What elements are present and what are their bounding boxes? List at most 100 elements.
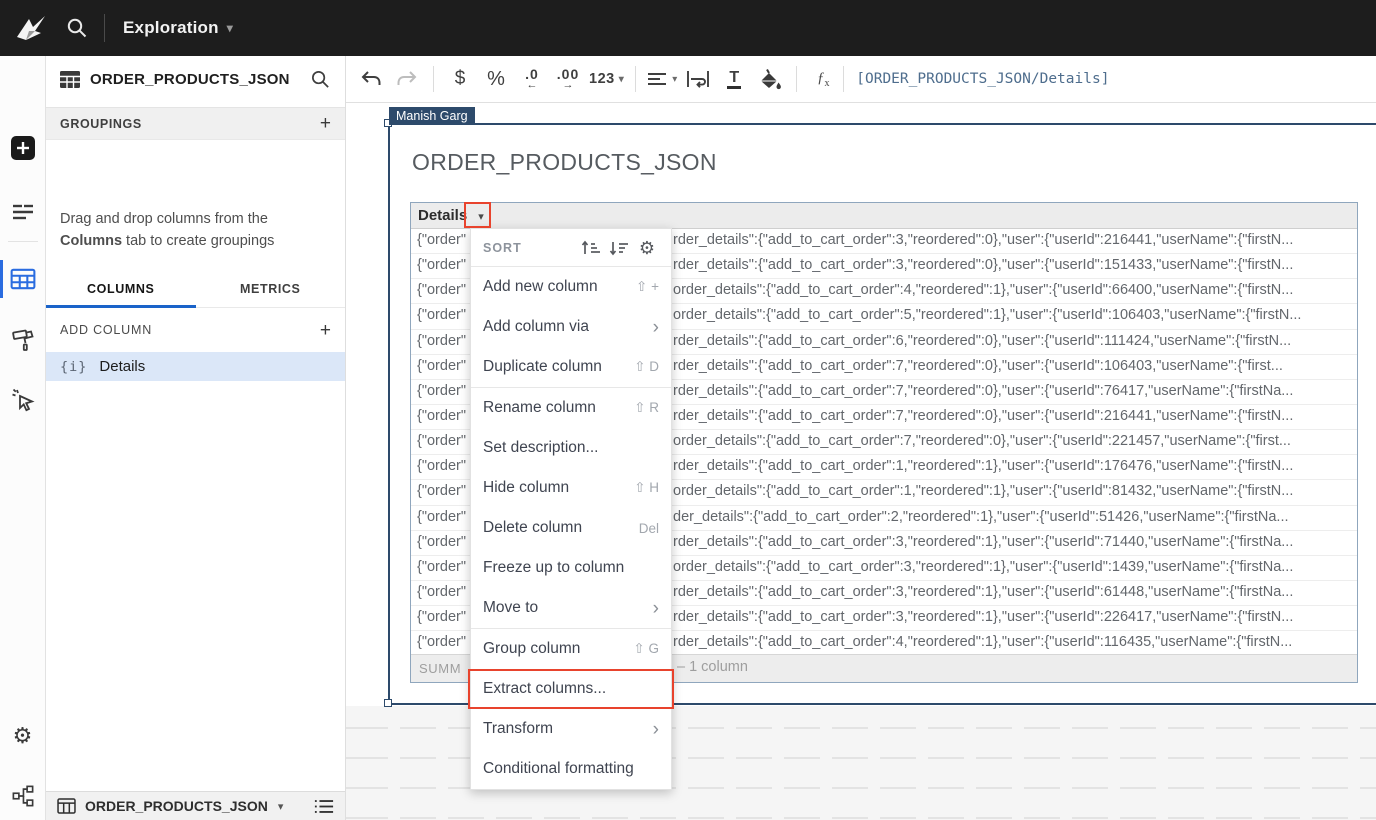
topbar-divider bbox=[104, 14, 105, 42]
cell-text-left: {"order" bbox=[417, 282, 473, 298]
column-list-item-details[interactable]: {i} Details bbox=[46, 352, 345, 381]
percent-format-button[interactable]: % bbox=[481, 63, 511, 95]
cell-text-left: {"order" bbox=[417, 408, 473, 424]
cell-text-left: {"order" bbox=[417, 584, 473, 600]
number-format-dropdown[interactable]: 123 ▾ bbox=[589, 63, 624, 95]
footer-list-icon[interactable] bbox=[314, 798, 334, 815]
table-tool-icon[interactable] bbox=[9, 265, 37, 293]
redo-button[interactable] bbox=[392, 63, 422, 95]
text-color-button[interactable]: T bbox=[719, 63, 749, 95]
topbar: Exploration ▾ bbox=[0, 0, 1376, 56]
column-header-details[interactable]: Details bbox=[418, 207, 467, 224]
selection-handle-bottom-left[interactable] bbox=[384, 699, 392, 707]
add-column-bar: ADD COLUMN + bbox=[46, 314, 345, 346]
menu-item-add-column-via[interactable]: Add column via› bbox=[471, 307, 671, 347]
fx-f: ƒ bbox=[817, 70, 825, 86]
app-logo-bird-icon[interactable] bbox=[14, 13, 48, 43]
cell-text-right: order_details":{"add_to_cart_order":4,"r… bbox=[673, 282, 1353, 298]
document-title: Exploration bbox=[123, 18, 219, 38]
summary-column-count: – 1 column bbox=[677, 659, 748, 675]
sort-settings-gear-icon[interactable]: ⚙ bbox=[635, 237, 659, 259]
decrease-decimal-button[interactable]: .0← bbox=[517, 63, 547, 95]
menu-label: Freeze up to column bbox=[483, 559, 659, 577]
menu-item-duplicate-column[interactable]: Duplicate column⇧ D bbox=[471, 347, 671, 387]
footer-caret-icon[interactable]: ▾ bbox=[278, 800, 284, 813]
menu-item-set-description[interactable]: Set description... bbox=[471, 428, 671, 468]
toolbar-divider bbox=[796, 66, 797, 92]
wrap-text-button[interactable] bbox=[683, 63, 713, 95]
currency-format-button[interactable]: $ bbox=[445, 63, 475, 95]
align-dropdown[interactable]: ▾ bbox=[647, 63, 677, 95]
cell-text-right: rder_details":{"add_to_cart_order":3,"re… bbox=[673, 584, 1353, 600]
menu-item-extract-columns[interactable]: Extract columns... bbox=[471, 669, 671, 709]
menu-shortcut: ⇧ G bbox=[633, 641, 659, 657]
cell-text-right: order_details":{"add_to_cart_order":3,"r… bbox=[673, 559, 1353, 575]
menu-label: Group column bbox=[483, 640, 633, 658]
panel-source-title: ORDER_PRODUCTS_JSON bbox=[90, 71, 310, 88]
footer-table-name[interactable]: ORDER_PRODUCTS_JSON bbox=[85, 798, 268, 814]
cell-text-left: {"order" bbox=[417, 333, 473, 349]
document-title-dropdown[interactable]: Exploration ▾ bbox=[123, 18, 233, 38]
json-type-icon: {i} bbox=[60, 359, 87, 375]
cell-text-right: rder_details":{"add_to_cart_order":1,"re… bbox=[673, 458, 1353, 474]
text-color-glyph: T bbox=[727, 69, 741, 90]
tab-columns[interactable]: COLUMNS bbox=[46, 273, 196, 307]
lineage-icon[interactable] bbox=[9, 782, 37, 810]
cell-text-right: rder_details":{"add_to_cart_order":3,"re… bbox=[673, 609, 1353, 625]
formula-bar-input[interactable]: [ORDER_PRODUCTS_JSON/Details] bbox=[856, 71, 1109, 87]
global-search-icon[interactable] bbox=[62, 13, 92, 43]
menu-item-move-to[interactable]: Move to› bbox=[471, 588, 671, 628]
chevron-down-icon: ▾ bbox=[672, 74, 677, 85]
column-context-menu: SORT ⚙ Add new column⇧ + Add column via›… bbox=[470, 228, 672, 790]
sort-label: SORT bbox=[483, 241, 575, 255]
cell-text-right: rder_details":{"add_to_cart_order":3,"re… bbox=[673, 534, 1353, 550]
element-panel: ORDER_PRODUCTS_JSON GROUPINGS + Drag and… bbox=[46, 56, 346, 820]
settings-gear-icon[interactable]: ⚙ bbox=[9, 722, 37, 750]
cell-text-right: order_details":{"add_to_cart_order":1,"r… bbox=[673, 483, 1353, 499]
selection-border-top bbox=[388, 123, 1376, 125]
sort-descending-icon[interactable] bbox=[607, 237, 631, 259]
add-element-icon[interactable] bbox=[9, 134, 37, 162]
collaborator-selection-tag: Manish Garg bbox=[389, 107, 475, 125]
toolbar-divider bbox=[843, 66, 844, 92]
selection-border-left[interactable] bbox=[388, 123, 390, 705]
sort-ascending-icon[interactable] bbox=[579, 237, 603, 259]
cell-text-left: {"order" bbox=[417, 257, 473, 273]
click-interaction-icon[interactable] bbox=[9, 386, 37, 414]
formatting-toolbar: $ % .0← .00→ 123 ▾ ▾ T ƒx [ORDER_P bbox=[346, 56, 1376, 103]
column-name: Details bbox=[99, 358, 145, 375]
menu-item-add-new-column[interactable]: Add new column⇧ + bbox=[471, 267, 671, 307]
table-element-title[interactable]: ORDER_PRODUCTS_JSON bbox=[412, 149, 717, 176]
increase-decimal-button[interactable]: .00→ bbox=[553, 63, 583, 95]
add-grouping-button[interactable]: + bbox=[320, 114, 331, 133]
outline-icon[interactable] bbox=[9, 198, 37, 226]
left-arrow-icon: ← bbox=[527, 80, 538, 91]
cell-text-right: rder_details":{"add_to_cart_order":7,"re… bbox=[673, 358, 1353, 374]
hint-bold: Columns bbox=[60, 233, 122, 249]
menu-item-transform[interactable]: Transform› bbox=[471, 709, 671, 749]
menu-item-rename-column[interactable]: Rename column⇧ R bbox=[471, 388, 671, 428]
menu-item-group-column[interactable]: Group column⇧ G bbox=[471, 629, 671, 669]
fill-color-button[interactable] bbox=[755, 63, 785, 95]
menu-shortcut: ⇧ H bbox=[634, 480, 659, 496]
column-menu-caret-icon[interactable]: ▾ bbox=[470, 206, 492, 226]
menu-item-freeze-up-to-column[interactable]: Freeze up to column bbox=[471, 548, 671, 588]
menu-label: Duplicate column bbox=[483, 358, 634, 376]
menu-item-hide-column[interactable]: Hide column⇧ H bbox=[471, 468, 671, 508]
menu-item-conditional-formatting[interactable]: Conditional formatting bbox=[471, 749, 671, 789]
add-column-plus-button[interactable]: + bbox=[320, 321, 331, 340]
summary-label: SUMM bbox=[419, 661, 461, 676]
tab-metrics[interactable]: METRICS bbox=[196, 273, 346, 307]
cell-text-right: rder_details":{"add_to_cart_order":3,"re… bbox=[673, 257, 1353, 273]
menu-label: Transform bbox=[483, 720, 653, 738]
cell-text-left: {"order" bbox=[417, 307, 473, 323]
panel-search-icon[interactable] bbox=[310, 69, 331, 90]
undo-button[interactable] bbox=[356, 63, 386, 95]
cell-text-left: {"order" bbox=[417, 534, 473, 550]
cell-text-right: order_details":{"add_to_cart_order":7,"r… bbox=[673, 433, 1353, 449]
format-paint-roller-icon[interactable] bbox=[9, 326, 37, 354]
chevron-right-icon: › bbox=[653, 318, 659, 337]
cell-text-right: order_details":{"add_to_cart_order":5,"r… bbox=[673, 307, 1353, 323]
menu-item-delete-column[interactable]: Delete columnDel bbox=[471, 508, 671, 548]
cell-text-left: {"order" bbox=[417, 634, 473, 650]
